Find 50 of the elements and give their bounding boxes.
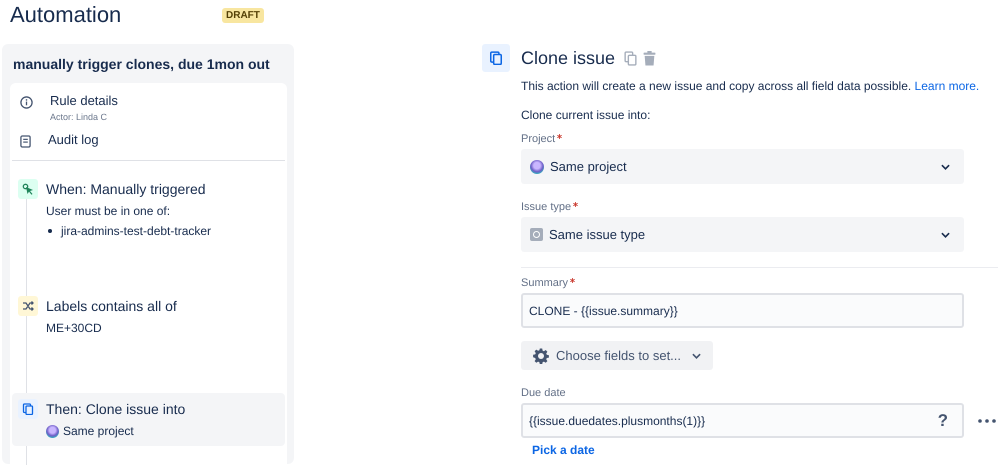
help-button[interactable]: ? — [938, 410, 948, 430]
shuffle-icon — [18, 296, 38, 316]
chevron-down-icon — [692, 352, 702, 358]
field-label: Project — [521, 133, 556, 145]
project-avatar-icon — [530, 160, 544, 174]
dropdown-field[interactable]: Same project — [521, 149, 964, 184]
dropdown-field[interactable]: Same issue type — [521, 217, 964, 252]
info-icon — [20, 96, 33, 109]
required-asterisk-icon — [573, 202, 578, 207]
project-avatar-icon — [46, 424, 59, 438]
step-title: Labels contains all of — [46, 298, 177, 314]
intro-text: Clone current issue into: — [521, 108, 652, 122]
bullet-icon — [48, 229, 52, 233]
rule-name: manually trigger clones, due 1mon out — [12, 56, 271, 74]
learn-more-link[interactable]: Learn more. — [914, 79, 980, 93]
pick-date-link[interactable]: Pick a date — [532, 443, 595, 457]
field-label: Due date — [521, 387, 566, 399]
copy-icon — [482, 44, 510, 72]
cursor-icon — [18, 179, 38, 199]
step-detail: ME+30CD — [46, 321, 103, 335]
document-icon — [20, 135, 31, 148]
page-title: Automation — [10, 2, 122, 28]
rule-step[interactable]: When: Manually triggered User must be in one of: jira-admins-test-debt-tracker — [12, 173, 285, 246]
required-asterisk-icon — [557, 134, 562, 139]
copy-icon — [18, 399, 38, 419]
required-asterisk-icon — [570, 278, 576, 283]
action-title: Clone issue — [521, 48, 616, 68]
issue-type-icon — [530, 228, 543, 241]
due-date-input-field[interactable]: {{issue.duedates.plusmonths(1)}} ? — [521, 403, 964, 438]
project-name: Same project — [63, 424, 134, 438]
menu-link[interactable]: Audit log — [48, 132, 99, 147]
duplicate-icon[interactable] — [624, 50, 638, 66]
chevron-down-icon — [941, 164, 950, 170]
menu-link[interactable]: Rule details — [50, 93, 118, 108]
trash-icon[interactable] — [643, 50, 656, 66]
more-icon[interactable] — [978, 418, 996, 422]
step-detail: User must be in one of: — [46, 204, 172, 218]
summary-input-field[interactable]: CLONE - {{issue.summary}} — [521, 293, 964, 328]
field-label: Summary — [521, 277, 568, 289]
status-badge: DRAFT — [222, 8, 264, 22]
rule-step[interactable]: Labels contains all of ME+30CD — [12, 290, 285, 349]
step-title: When: Manually triggered — [46, 181, 206, 197]
rule-step[interactable]: Then: Clone issue into Same project — [12, 393, 285, 446]
choose-fields-button[interactable]: Choose fields to set... — [521, 341, 714, 370]
chevron-down-icon — [941, 232, 950, 238]
group-name: jira-admins-test-debt-tracker — [61, 224, 212, 238]
field-label: Issue type — [521, 201, 572, 213]
actor-text: Actor: Linda C — [50, 112, 108, 122]
step-title: Then: Clone issue into — [46, 401, 186, 417]
settings-icon — [533, 348, 549, 364]
